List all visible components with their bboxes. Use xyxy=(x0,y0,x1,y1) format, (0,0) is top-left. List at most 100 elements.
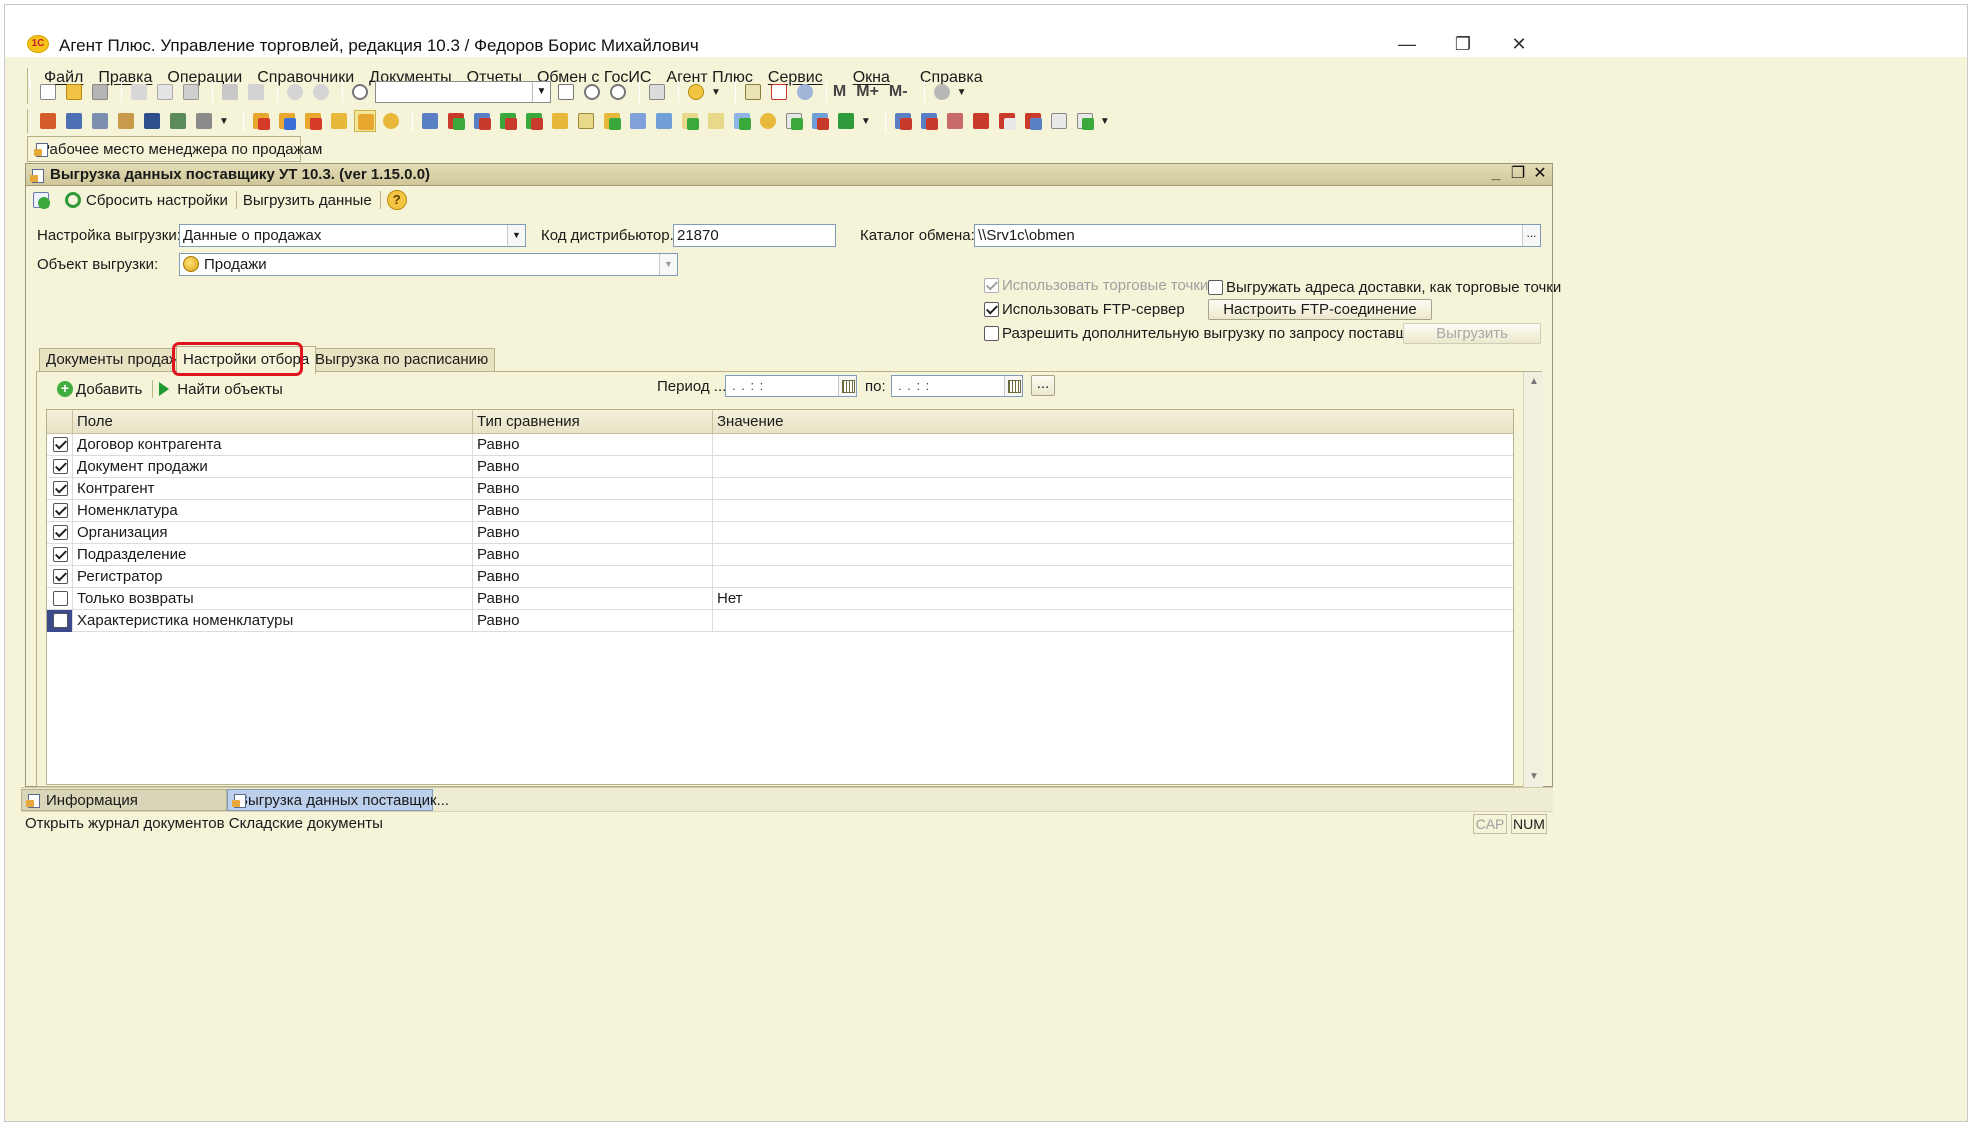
calendar-icon[interactable] xyxy=(1004,376,1022,396)
journal-icon[interactable] xyxy=(37,110,59,132)
help-icon[interactable]: ? xyxy=(386,190,407,210)
tools-icon[interactable] xyxy=(931,81,953,103)
cell-value[interactable] xyxy=(713,456,1513,478)
redo-icon[interactable] xyxy=(310,81,332,103)
doc-list-icon[interactable] xyxy=(627,110,649,132)
payment-icon[interactable] xyxy=(328,110,350,132)
row-checkbox[interactable] xyxy=(53,591,68,606)
doc-coins-icon[interactable] xyxy=(757,110,779,132)
memory-minus-button[interactable]: M- xyxy=(889,83,908,101)
cell-value[interactable] xyxy=(713,500,1513,522)
clear-search-icon[interactable] xyxy=(555,81,577,103)
table-row[interactable]: Контрагент Равно xyxy=(47,478,1513,500)
undo-icon[interactable] xyxy=(284,81,306,103)
doc-copy-icon[interactable] xyxy=(653,110,675,132)
memory-button[interactable]: M xyxy=(833,83,846,101)
report-sum-icon[interactable] xyxy=(892,110,914,132)
open-window-tab[interactable]: Рабочее место менеджера по продажам xyxy=(27,136,322,162)
row-checkbox[interactable] xyxy=(53,547,68,562)
cell-field[interactable]: Подразделение xyxy=(73,544,473,566)
row-checkbox[interactable] xyxy=(53,459,68,474)
cell-field[interactable]: Регистратор xyxy=(73,566,473,588)
tab-sales-documents[interactable]: Документы продаж xyxy=(39,348,187,372)
cell-value[interactable] xyxy=(713,478,1513,500)
reset-settings-button[interactable]: Сбросить настройки xyxy=(62,189,228,211)
configure-ftp-button[interactable]: Настроить FTP-соединение xyxy=(1208,299,1432,320)
table-row[interactable]: Характеристика номенклатуры Равно xyxy=(47,610,1513,632)
cell-compare-type[interactable]: Равно xyxy=(473,500,713,522)
table-row[interactable]: Подразделение Равно xyxy=(47,544,1513,566)
cell-field[interactable]: Организация xyxy=(73,522,473,544)
cell-compare-type[interactable]: Равно xyxy=(473,456,713,478)
chevron-down-icon[interactable]: ▼ xyxy=(1100,116,1110,127)
cell-compare-type[interactable]: Равно xyxy=(473,610,713,632)
cell-value[interactable] xyxy=(713,610,1513,632)
doc-box-icon[interactable] xyxy=(575,110,597,132)
doc-mixed-icon[interactable] xyxy=(471,110,493,132)
contacts-icon[interactable] xyxy=(141,110,163,132)
use-trade-points-checkbox[interactable]: Использовать торговые точки xyxy=(984,277,1208,294)
cell-compare-type[interactable]: Равно xyxy=(473,566,713,588)
shipment-icon[interactable] xyxy=(353,110,376,132)
cell-value[interactable] xyxy=(713,544,1513,566)
cell-value[interactable] xyxy=(713,434,1513,456)
cell-field[interactable]: Характеристика номенклатуры xyxy=(73,610,473,632)
print-icon[interactable] xyxy=(219,81,241,103)
chevron-down-icon[interactable]: ▼ xyxy=(219,116,229,127)
find-prev-icon[interactable] xyxy=(607,81,629,103)
table-row[interactable]: Регистратор Равно xyxy=(47,566,1513,588)
doc-book-icon[interactable] xyxy=(835,110,857,132)
minimize-button[interactable]: — xyxy=(1387,33,1427,57)
report-red-icon[interactable] xyxy=(970,110,992,132)
chevron-down-icon[interactable]: ▼ xyxy=(659,254,677,275)
chevron-down-icon[interactable]: ▼ xyxy=(507,225,525,246)
find-next-icon[interactable] xyxy=(581,81,603,103)
cell-field[interactable]: Документ продажи xyxy=(73,456,473,478)
cut-icon[interactable] xyxy=(128,81,150,103)
doc-percent-icon[interactable] xyxy=(783,110,805,132)
open-folder-icon[interactable] xyxy=(63,81,85,103)
report-red2-icon[interactable] xyxy=(996,110,1018,132)
new-document-icon[interactable] xyxy=(37,81,59,103)
find-objects-button[interactable]: Найти объекты xyxy=(177,381,283,398)
doc-add-icon[interactable] xyxy=(679,110,701,132)
period-end-input[interactable]: . . : : xyxy=(891,375,1023,397)
export-delivery-checkbox[interactable]: Выгружать адреса доставки, как торговые … xyxy=(1208,279,1561,296)
copy-icon[interactable] xyxy=(154,81,176,103)
object-select[interactable]: Продажи ▼ xyxy=(179,253,678,276)
row-checkbox[interactable] xyxy=(53,613,68,628)
browse-button[interactable]: ... xyxy=(1522,225,1540,246)
save-icon[interactable] xyxy=(89,81,111,103)
memory-plus-button[interactable]: M+ xyxy=(856,83,879,101)
table-row[interactable]: Организация Равно xyxy=(47,522,1513,544)
vertical-scrollbar[interactable]: ▲ ▼ xyxy=(1523,372,1543,788)
add-icon[interactable]: + xyxy=(57,381,73,397)
search-icon[interactable] xyxy=(349,81,371,103)
window-tab-export[interactable]: Выгрузка данных поставщик... xyxy=(227,789,449,811)
cell-value[interactable] xyxy=(713,566,1513,588)
edit-icon[interactable] xyxy=(193,110,215,132)
allow-extra-export-checkbox[interactable]: Разрешить дополнительную выгрузку по зап… xyxy=(984,325,1431,342)
search-input[interactable]: ▼ xyxy=(375,81,551,103)
row-checkbox[interactable] xyxy=(53,437,68,452)
coins-icon[interactable] xyxy=(380,110,402,132)
cell-value[interactable] xyxy=(713,522,1513,544)
period-select-button[interactable]: ... xyxy=(1031,375,1055,396)
calendar-icon[interactable] xyxy=(768,81,790,103)
report-check-icon[interactable] xyxy=(1074,110,1096,132)
doc-red-icon[interactable] xyxy=(445,110,467,132)
cell-field[interactable]: Номенклатура xyxy=(73,500,473,522)
use-ftp-checkbox[interactable]: Использовать FTP-сервер xyxy=(984,301,1185,318)
doc-check-icon[interactable] xyxy=(731,110,753,132)
scroll-up-icon[interactable]: ▲ xyxy=(1527,375,1541,389)
order-icon[interactable] xyxy=(250,110,272,132)
config-select[interactable]: Данные о продажах ▼ xyxy=(179,224,526,247)
table-row[interactable]: Только возвраты Равно Нет xyxy=(47,588,1513,610)
report-mixed-icon[interactable] xyxy=(1022,110,1044,132)
chevron-down-icon[interactable]: ▼ xyxy=(532,82,550,102)
sale-icon[interactable] xyxy=(276,110,298,132)
print-preview-icon[interactable] xyxy=(245,81,267,103)
doc-blue-icon[interactable] xyxy=(419,110,441,132)
play-icon[interactable] xyxy=(159,382,170,396)
receipt-icon[interactable] xyxy=(115,110,137,132)
